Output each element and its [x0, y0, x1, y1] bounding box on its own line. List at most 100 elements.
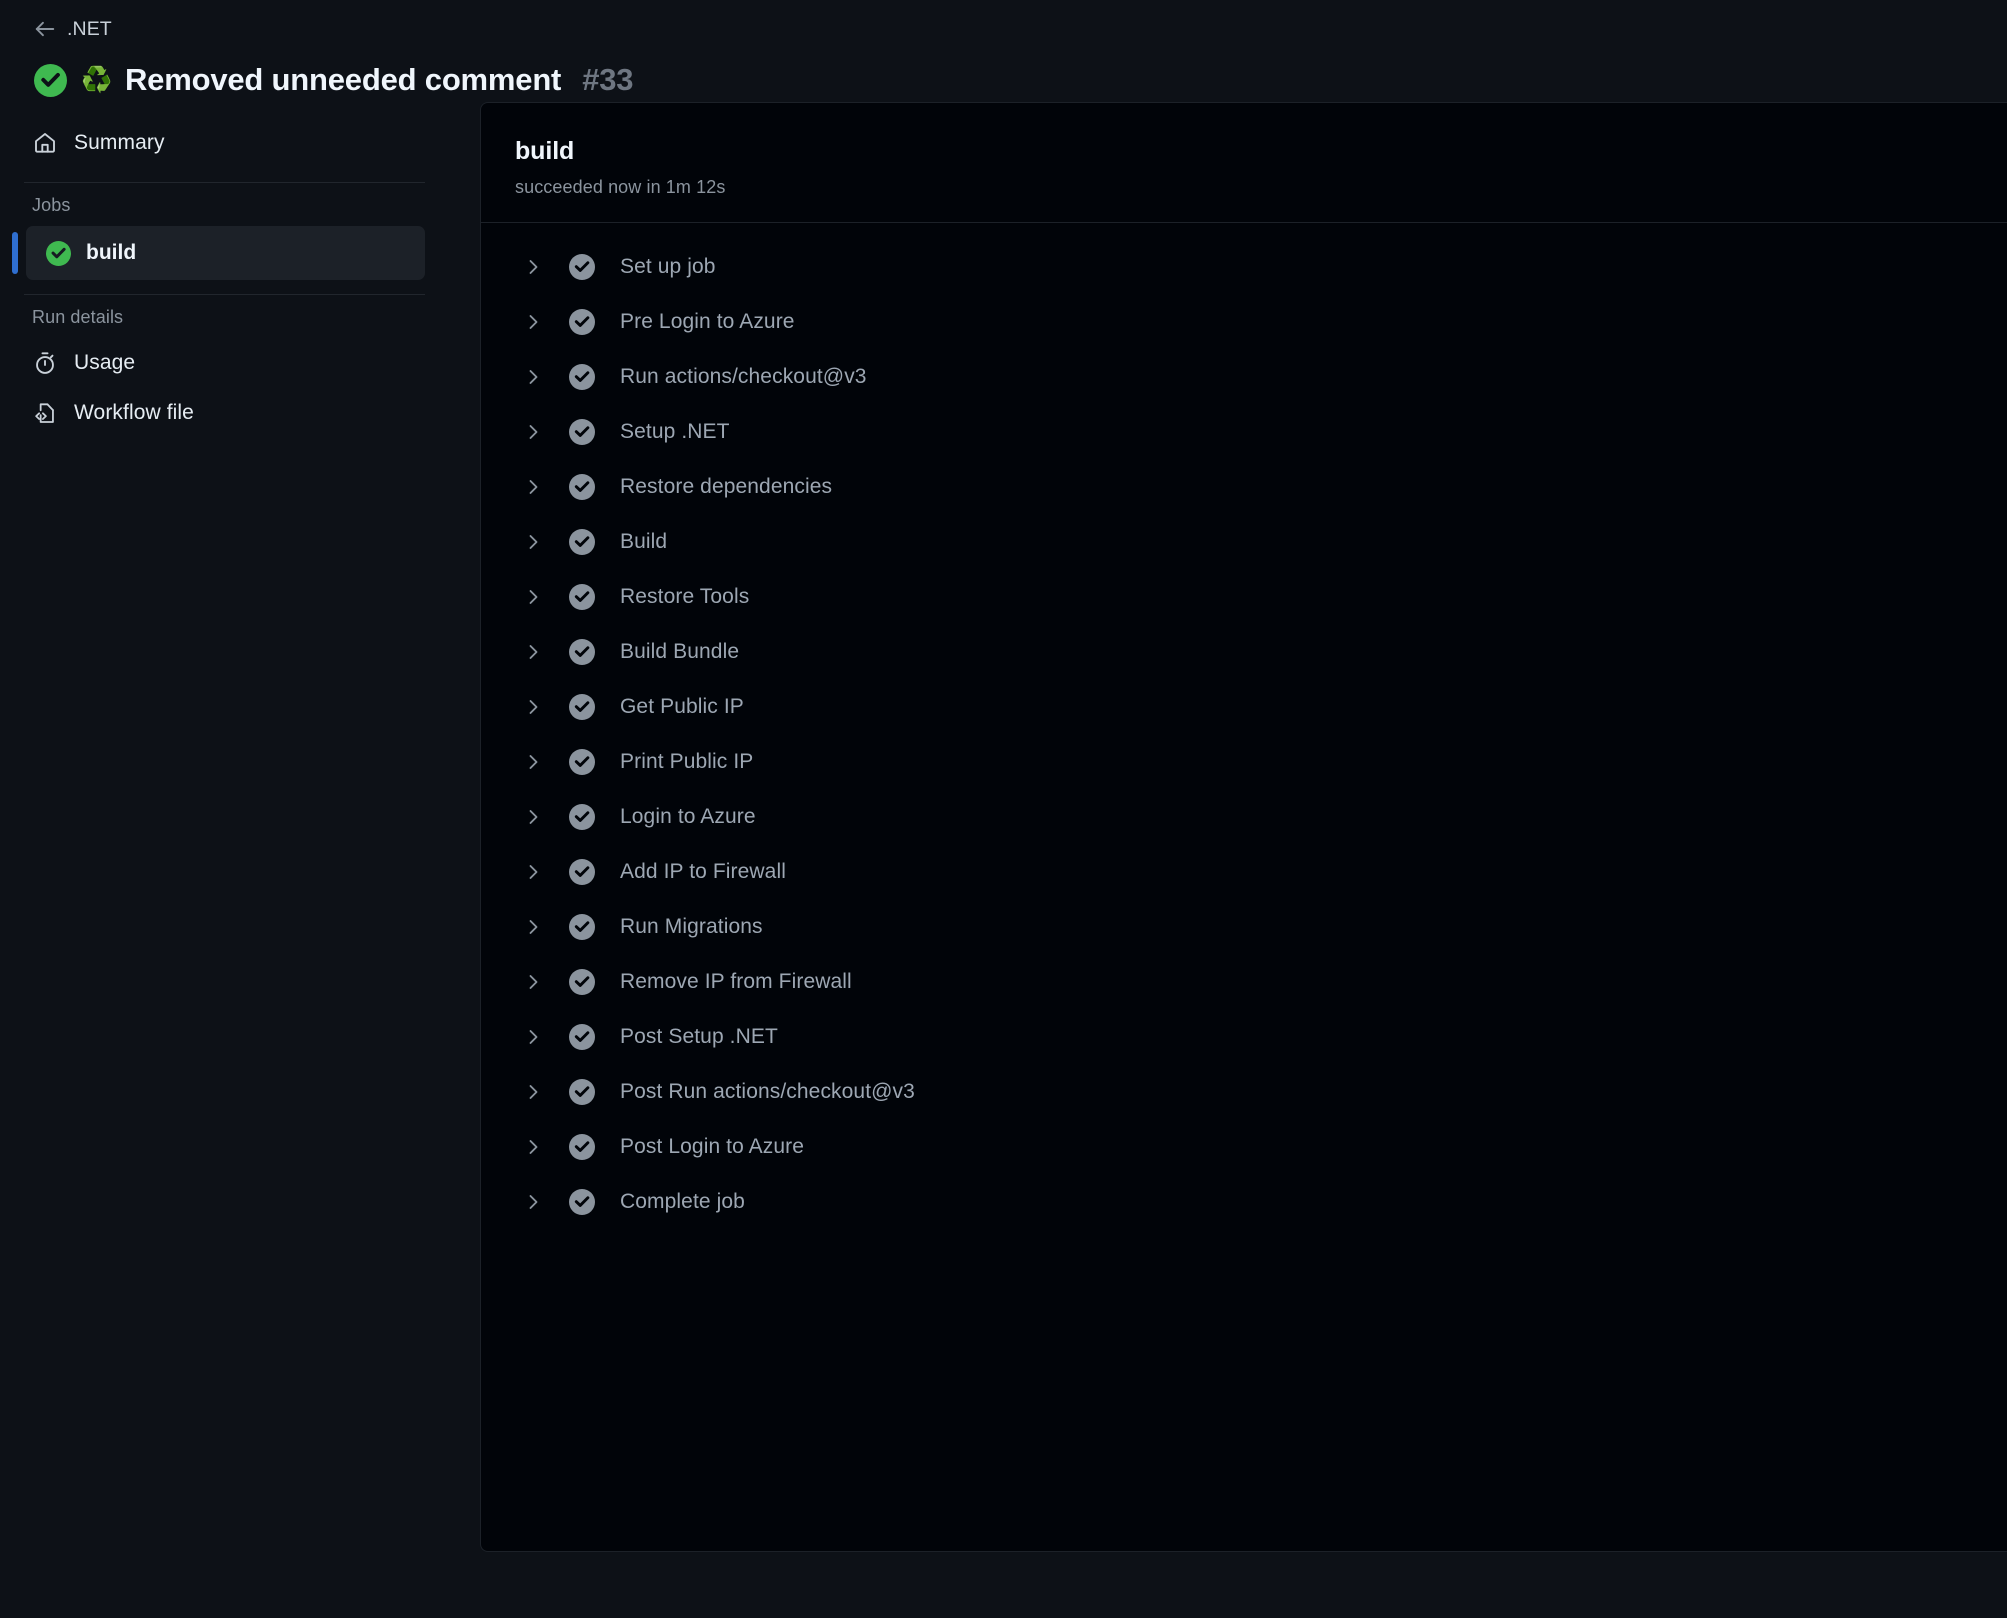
check-circle-fill-icon [569, 363, 595, 390]
job-step-row[interactable]: Complete job [481, 1174, 2007, 1229]
sidebar-item-usage[interactable]: Usage [12, 338, 425, 388]
chevron-right-icon[interactable] [521, 475, 545, 499]
chevron-right-icon[interactable] [521, 860, 545, 884]
chevron-right-icon[interactable] [521, 585, 545, 609]
sidebar-section-run-details: Run details [32, 307, 124, 327]
job-step-row[interactable]: Build [481, 514, 2007, 569]
check-circle-fill-icon [569, 418, 595, 445]
check-circle-fill-icon [34, 63, 67, 97]
check-circle-fill-icon [569, 748, 595, 775]
sidebar-item-label: Summary [74, 131, 165, 154]
job-title: build [515, 137, 575, 165]
job-step-row[interactable]: Build Bundle [481, 624, 2007, 679]
job-step-label: Complete job [620, 1189, 745, 1213]
sidebar-section-jobs: Jobs [32, 195, 71, 215]
job-step-label: Pre Login to Azure [620, 309, 795, 333]
job-step-label: Post Setup .NET [620, 1024, 778, 1048]
job-step-label: Add IP to Firewall [620, 859, 786, 883]
job-step-row[interactable]: Post Setup .NET [481, 1009, 2007, 1064]
job-step-label: Build [620, 529, 668, 553]
active-indicator-bar [12, 232, 18, 274]
job-step-row[interactable]: Run Migrations [481, 899, 2007, 954]
job-step-row[interactable]: Set up job [481, 239, 2007, 294]
chevron-right-icon[interactable] [521, 970, 545, 994]
check-circle-fill-icon [569, 253, 595, 280]
sidebar: Summary Jobs build Run details Usage Wor… [0, 118, 480, 438]
job-step-row[interactable]: Pre Login to Azure [481, 294, 2007, 349]
job-step-label: Post Login to Azure [620, 1134, 805, 1158]
chevron-right-icon[interactable] [521, 530, 545, 554]
sidebar-job-wrapper: build [12, 226, 425, 280]
run-title-row: ♻️ Removed unneeded comment #33 [34, 58, 2007, 102]
breadcrumb[interactable]: .NET [34, 14, 2007, 44]
sidebar-item-job-build[interactable]: build [26, 226, 425, 280]
arrow-left-icon[interactable] [34, 18, 56, 40]
check-circle-fill-icon [569, 803, 595, 830]
job-step-row[interactable]: Restore dependencies [481, 459, 2007, 514]
job-step-row[interactable]: Post Run actions/checkout@v3 [481, 1064, 2007, 1119]
job-step-label: Post Run actions/checkout@v3 [620, 1079, 915, 1103]
check-circle-fill-icon [569, 1188, 595, 1215]
job-step-row[interactable]: Restore Tools [481, 569, 2007, 624]
job-step-row[interactable]: Print Public IP [481, 734, 2007, 789]
chevron-right-icon[interactable] [521, 915, 545, 939]
check-circle-fill-icon [569, 528, 595, 555]
sidebar-item-label: Workflow file [74, 401, 194, 424]
job-step-row[interactable]: Get Public IP [481, 679, 2007, 734]
check-circle-fill-icon [569, 1078, 595, 1105]
check-circle-fill-icon [569, 1023, 595, 1050]
chevron-right-icon[interactable] [521, 365, 545, 389]
job-step-label: Remove IP from Firewall [620, 969, 852, 993]
chevron-right-icon[interactable] [521, 1080, 545, 1104]
sidebar-item-summary[interactable]: Summary [12, 118, 425, 168]
page-title: Removed unneeded comment [125, 62, 562, 97]
workflow-file-icon [32, 400, 58, 426]
check-circle-fill-icon [569, 968, 595, 995]
job-step-row[interactable]: Remove IP from Firewall [481, 954, 2007, 1009]
stopwatch-icon [32, 350, 58, 376]
check-circle-fill-icon [569, 583, 595, 610]
chevron-right-icon[interactable] [521, 420, 545, 444]
chevron-right-icon[interactable] [521, 1135, 545, 1159]
sidebar-job-label: build [86, 241, 137, 264]
workflow-run-page: .NET ♻️ Removed unneeded comment #33 Sum… [0, 0, 2007, 1618]
job-panel-header: build succeeded now in 1m 12s [481, 103, 2007, 223]
breadcrumb-workflow-name[interactable]: .NET [67, 18, 112, 41]
job-step-row[interactable]: Run actions/checkout@v3 [481, 349, 2007, 404]
sidebar-item-label: Usage [74, 351, 136, 374]
job-step-label: Get Public IP [620, 694, 744, 718]
job-step-label: Setup .NET [620, 419, 730, 443]
chevron-right-icon[interactable] [521, 1190, 545, 1214]
chevron-right-icon[interactable] [521, 640, 545, 664]
chevron-right-icon[interactable] [521, 1025, 545, 1049]
check-circle-fill-icon [569, 1133, 595, 1160]
run-header: .NET ♻️ Removed unneeded comment #33 [0, 0, 2007, 102]
chevron-right-icon[interactable] [521, 255, 545, 279]
job-status-text: succeeded now in 1m 12s [515, 177, 726, 197]
job-step-label: Set up job [620, 254, 716, 278]
job-steps-list: Set up job Pre Login to Azure Run action… [481, 223, 2007, 1263]
sidebar-divider-bottom [24, 294, 425, 295]
job-step-label: Build Bundle [620, 639, 740, 663]
check-circle-fill-icon [569, 693, 595, 720]
home-icon [32, 130, 58, 156]
run-number: #33 [582, 62, 634, 97]
job-step-row[interactable]: Login to Azure [481, 789, 2007, 844]
chevron-right-icon[interactable] [521, 310, 545, 334]
body-area: Summary Jobs build Run details Usage Wor… [0, 102, 2007, 1552]
chevron-right-icon[interactable] [521, 695, 545, 719]
job-step-label: Print Public IP [620, 749, 754, 773]
job-step-row[interactable]: Setup .NET [481, 404, 2007, 459]
check-circle-fill-icon [569, 473, 595, 500]
sidebar-item-workflow-file[interactable]: Workflow file [12, 388, 425, 438]
job-step-label: Restore dependencies [620, 474, 833, 498]
chevron-right-icon[interactable] [521, 750, 545, 774]
check-circle-fill-icon [46, 240, 71, 266]
job-step-label: Restore Tools [620, 584, 750, 608]
job-step-label: Login to Azure [620, 804, 756, 828]
sidebar-divider-top [24, 182, 425, 183]
chevron-right-icon[interactable] [521, 805, 545, 829]
check-circle-fill-icon [569, 308, 595, 335]
job-step-row[interactable]: Add IP to Firewall [481, 844, 2007, 899]
job-step-row[interactable]: Post Login to Azure [481, 1119, 2007, 1174]
